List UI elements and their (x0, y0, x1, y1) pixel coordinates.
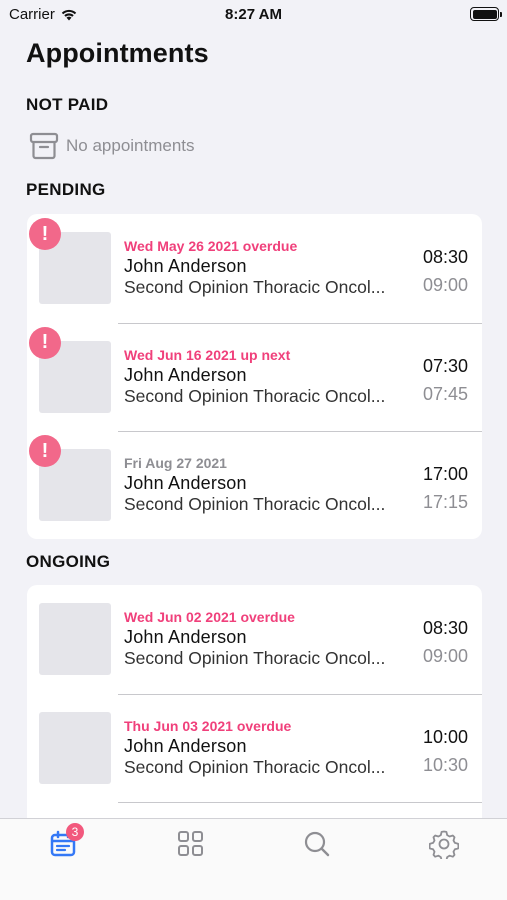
appointment-type: Second Opinion Thoracic Oncol... (124, 385, 386, 406)
start-time: 07:30 (422, 355, 468, 376)
end-time: 09:00 (422, 646, 468, 666)
end-time: 10:30 (422, 754, 468, 775)
appointment-type: Second Opinion Thoracic Oncol... (124, 648, 386, 668)
start-time: 10:00 (422, 726, 468, 747)
tab-dashboard[interactable] (176, 829, 206, 859)
appointment-row[interactable]: Thu Jun 03 2021 overdue John Anderson Se… (27, 693, 482, 803)
search-icon (304, 831, 330, 857)
alert-icon: ! (29, 326, 61, 359)
end-time: 09:00 (422, 275, 468, 295)
end-time: 07:45 (422, 383, 468, 404)
start-time: 08:30 (422, 618, 468, 638)
grid-icon (178, 831, 203, 856)
section-header-not-paid: NOT PAID (26, 95, 109, 114)
section-header-pending: PENDING (26, 180, 106, 199)
alert-icon: ! (29, 435, 61, 467)
section-header-ongoing: ONGOING (26, 552, 111, 571)
appointment-row[interactable]: ! Fri Aug 27 2021 John Anderson Second O… (27, 431, 482, 539)
battery-icon (470, 7, 502, 21)
appointment-date: Wed Jun 02 2021 overdue (124, 609, 295, 625)
archive-box-icon (29, 132, 59, 160)
notification-badge: 3 (66, 823, 84, 841)
appointment-row[interactable]: Wed Jun 02 2021 overdue John Anderson Se… (27, 585, 482, 694)
appointment-date: Wed Jun 16 2021 up next (124, 346, 291, 363)
patient-name: John Anderson (124, 364, 247, 385)
status-time: 8:27 AM (225, 6, 282, 23)
appointment-type: Second Opinion Thoracic Oncol... (124, 494, 386, 514)
appointment-thumbnail (39, 603, 111, 675)
patient-name: John Anderson (124, 735, 247, 756)
patient-name: John Anderson (124, 627, 247, 647)
tab-bar: 3 (0, 818, 507, 900)
end-time: 17:15 (422, 492, 468, 512)
appointment-type: Second Opinion Thoracic Oncol... (124, 756, 386, 777)
appointment-thumbnail (39, 711, 111, 784)
appointment-date: Thu Jun 03 2021 overdue (124, 717, 292, 734)
tab-search[interactable] (302, 829, 332, 859)
empty-state: No appointments (28, 130, 195, 162)
pending-list: ! Wed May 26 2021 overdue John Anderson … (27, 214, 482, 539)
patient-name: John Anderson (124, 256, 247, 276)
gear-icon (428, 830, 460, 862)
start-time: 17:00 (422, 464, 468, 484)
appointment-type: Second Opinion Thoracic Oncol... (124, 277, 386, 297)
tab-settings[interactable] (428, 829, 460, 862)
alert-icon: ! (29, 218, 61, 250)
empty-state-label: No appointments (66, 136, 195, 155)
patient-name: John Anderson (124, 473, 247, 493)
start-time: 08:30 (422, 247, 468, 267)
ongoing-list: Wed Jun 02 2021 overdue John Anderson Se… (27, 585, 482, 825)
status-bar: Carrier 8:27 AM (0, 0, 507, 28)
tab-appointments[interactable]: 3 (49, 823, 84, 859)
appointment-row[interactable]: ! Wed Jun 16 2021 up next John Anderson … (27, 322, 482, 432)
appointment-date: Fri Aug 27 2021 (124, 455, 227, 471)
appointment-date: Wed May 26 2021 overdue (124, 238, 298, 254)
page-title: Appointments (26, 38, 209, 68)
appointment-row[interactable]: ! Wed May 26 2021 overdue John Anderson … (27, 214, 482, 323)
